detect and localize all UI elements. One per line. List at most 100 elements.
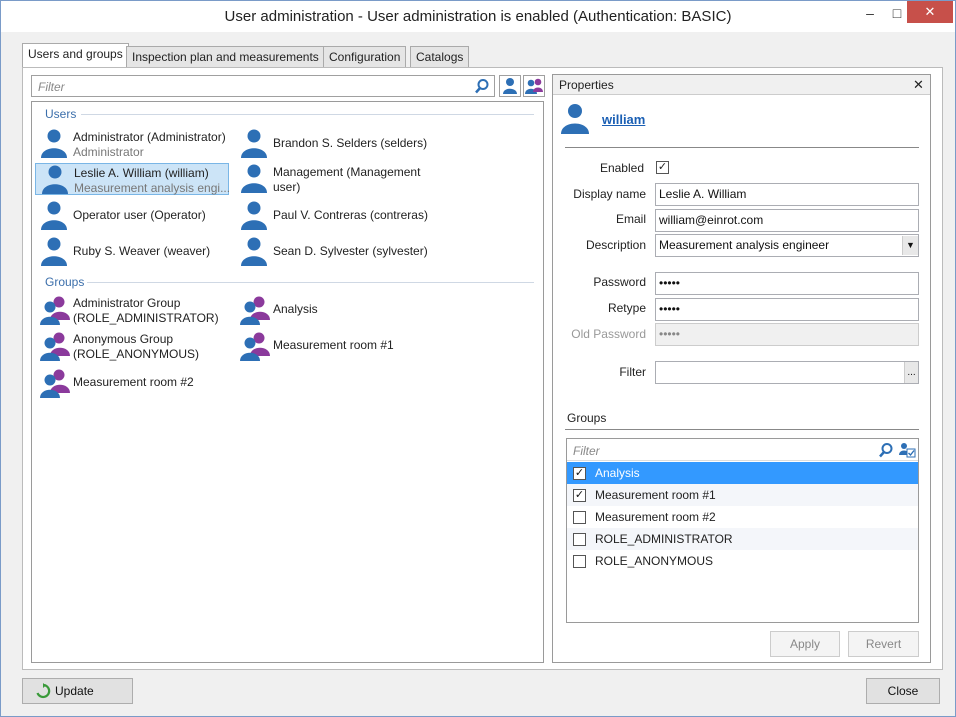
group-checklist-label: ROLE_ANONYMOUS (595, 554, 714, 568)
group-icon (39, 367, 71, 402)
show-users-button[interactable] (499, 75, 521, 97)
checked-group-filter-icon[interactable] (898, 441, 916, 459)
user-item[interactable]: Administrator (Administrator) Administrat… (35, 128, 229, 160)
user-item-name: Sean D. Sylvester (sylvester) (273, 244, 428, 258)
group-item-detail: (ROLE_ANONYMOUS) (73, 347, 200, 361)
group-checklist-row[interactable]: Measurement room #2 (567, 506, 918, 528)
close-button[interactable]: Close (866, 678, 940, 704)
user-icon (239, 200, 269, 233)
user-item-detail: Administrator (73, 145, 144, 159)
retype-password-field[interactable]: ••••• (655, 298, 919, 321)
user-item-name: Administrator (Administrator) (73, 130, 226, 144)
properties-title: Properties (559, 78, 614, 92)
group-checklist-row[interactable]: ✓ Measurement room #1 (567, 484, 918, 506)
tab-users-and-groups[interactable]: Users and groups (22, 43, 129, 68)
group-checklist-label: Analysis (595, 466, 640, 480)
group-checklist-label: Measurement room #1 (595, 488, 716, 502)
groups-filter-input[interactable]: Filter (567, 439, 918, 461)
search-icon[interactable] (474, 78, 490, 94)
group-item-name: Measurement room #1 (273, 338, 394, 352)
user-item-name: Operator user (Operator) (73, 208, 206, 222)
group-icon (525, 78, 543, 94)
filter-input[interactable]: Filter (31, 75, 495, 97)
user-item[interactable]: Brandon S. Selders (selders) (235, 128, 429, 160)
chevron-down-icon[interactable]: ▼ (902, 236, 918, 255)
group-checkbox[interactable]: ✓ (573, 467, 586, 480)
group-item-name: Analysis (273, 302, 318, 316)
revert-button[interactable]: Revert (848, 631, 919, 657)
user-item[interactable]: Leslie A. William (william) Measurement a… (35, 163, 231, 195)
user-item-name: Management (Management (273, 165, 421, 179)
group-checklist-label: Measurement room #2 (595, 510, 716, 524)
user-avatar-icon (561, 104, 589, 134)
group-checklist-row[interactable]: ROLE_ADMINISTRATOR (567, 528, 918, 550)
group-checklist-label: ROLE_ADMINISTRATOR (595, 532, 733, 546)
user-icon (39, 128, 69, 161)
show-groups-button[interactable] (523, 75, 545, 97)
groups-label: Groups (567, 411, 607, 425)
group-item-detail: (ROLE_ADMINISTRATOR) (73, 311, 219, 325)
display-name-label: Display name (573, 187, 646, 201)
user-item-detail: Measurement analysis engi... (74, 181, 231, 195)
apply-button[interactable]: Apply (770, 631, 840, 657)
user-item-name: Ruby S. Weaver (weaver) (73, 244, 211, 258)
group-icon (39, 294, 71, 329)
retype-label: Retype (607, 301, 646, 315)
password-field[interactable]: ••••• (655, 272, 919, 295)
divider (81, 114, 534, 115)
group-item[interactable]: Anonymous Group (ROLE_ANONYMOUS) (35, 330, 229, 362)
user-icon (239, 236, 269, 269)
divider (565, 429, 919, 430)
divider (87, 282, 534, 283)
group-item[interactable]: Administrator Group (ROLE_ADMINISTRATOR) (35, 294, 229, 326)
search-icon[interactable] (878, 442, 894, 458)
divider (565, 147, 919, 148)
enabled-label: Enabled (599, 161, 644, 175)
close-properties-button[interactable]: ✕ (913, 77, 924, 93)
user-icon (239, 128, 269, 161)
enabled-checkbox[interactable]: ✓ (656, 161, 669, 174)
group-checkbox[interactable]: ✓ (573, 489, 586, 502)
user-item[interactable]: Sean D. Sylvester (sylvester) (235, 236, 429, 268)
user-item-detail: user) (273, 180, 301, 194)
group-item-name: Measurement room #2 (73, 375, 194, 389)
user-item[interactable]: Operator user (Operator) (35, 200, 229, 232)
user-item[interactable]: Paul V. Contreras (contreras) (235, 200, 429, 232)
user-item-name: Paul V. Contreras (contreras) (273, 208, 428, 222)
tab-catalogs[interactable]: Catalogs (410, 46, 470, 68)
email-field[interactable]: william@einrot.com (655, 209, 919, 232)
browse-button[interactable]: ... (904, 362, 918, 383)
update-button[interactable]: Update (22, 678, 133, 704)
title-bar: User administration - User administratio… (1, 1, 955, 32)
filter-label: Filter (619, 365, 646, 379)
tab-configuration[interactable]: Configuration (323, 46, 407, 68)
user-item[interactable]: Ruby S. Weaver (weaver) (35, 236, 229, 268)
group-checkbox[interactable] (573, 511, 586, 524)
groups-filter-placeholder: Filter (573, 444, 600, 458)
filter-placeholder: Filter (38, 80, 65, 94)
user-icon (503, 78, 517, 94)
user-filter-field[interactable]: ... (655, 361, 919, 384)
group-checklist-row[interactable]: ✓ Analysis (567, 462, 918, 484)
display-name-field[interactable]: Leslie A. William (655, 183, 919, 206)
user-icon (39, 200, 69, 233)
group-checklist-row[interactable]: ROLE_ANONYMOUS (567, 550, 918, 572)
old-password-field: ••••• (655, 323, 919, 346)
group-item[interactable]: Measurement room #2 (35, 367, 229, 399)
description-label: Description (585, 238, 646, 252)
username-link[interactable]: william (602, 112, 645, 127)
group-icon (239, 330, 271, 365)
user-item-name: Brandon S. Selders (selders) (273, 136, 428, 150)
refresh-icon (36, 683, 51, 699)
group-checkbox[interactable] (573, 533, 586, 546)
description-select[interactable]: Measurement analysis engineer ▼ (655, 234, 919, 257)
user-item-name: Leslie A. William (william) (74, 166, 209, 180)
user-item[interactable]: Management (Management user) (235, 163, 429, 195)
groups-section-header: Groups (45, 275, 85, 289)
tab-inspection-plan[interactable]: Inspection plan and measurements (126, 46, 325, 68)
group-checkbox[interactable] (573, 555, 586, 568)
group-item[interactable]: Measurement room #1 (235, 330, 429, 362)
description-value: Measurement analysis engineer (659, 238, 830, 252)
close-window-button[interactable]: ✕ (907, 1, 953, 23)
group-item[interactable]: Analysis (235, 294, 429, 326)
